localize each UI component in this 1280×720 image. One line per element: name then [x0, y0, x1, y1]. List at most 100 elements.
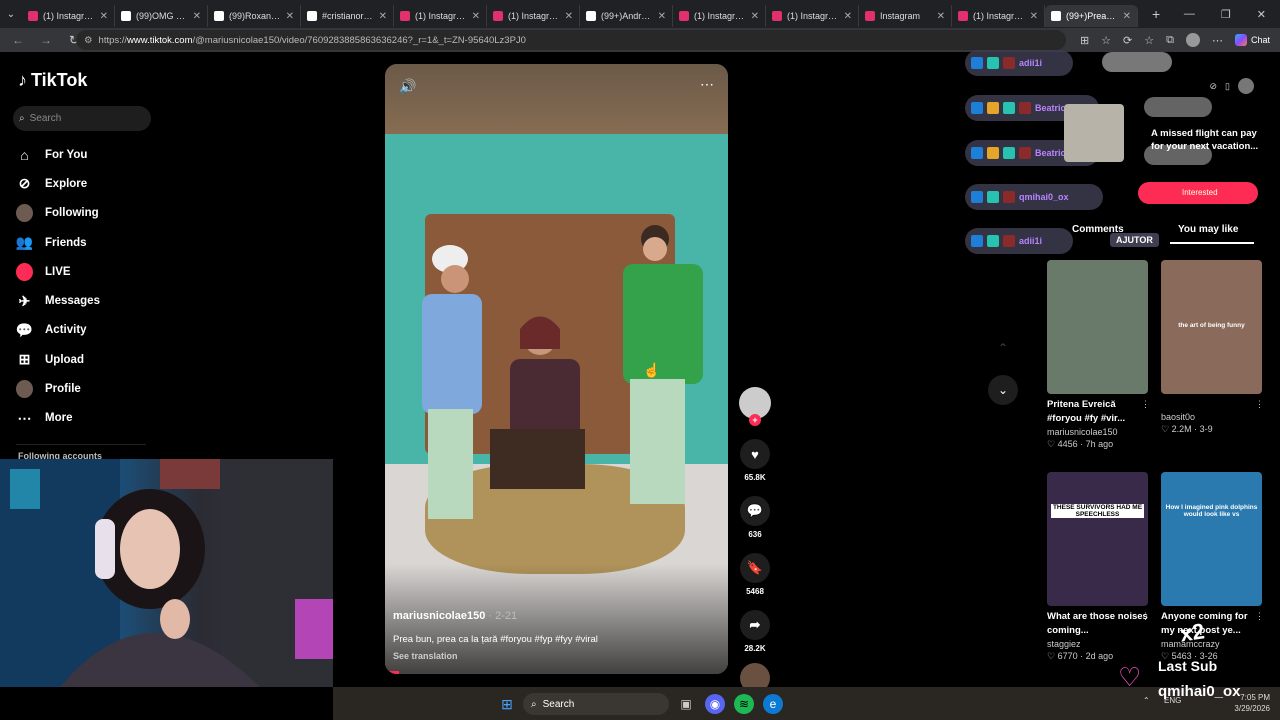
share-action[interactable]: ➦ 28.2K: [736, 610, 774, 653]
collections-icon[interactable]: ⧉: [1166, 34, 1174, 47]
next-video-button[interactable]: ⌄: [988, 375, 1018, 405]
browser-tab[interactable]: (99+)Prea bun, ✕: [1045, 5, 1138, 27]
see-translation-link[interactable]: See translation: [393, 651, 458, 661]
back-button[interactable]: ←: [8, 33, 28, 47]
recommended-video-card[interactable]: THESE SURVIVORS HAD ME SPEECHLESS What ar…: [1047, 472, 1150, 662]
tab-you-may-like[interactable]: You may like: [1178, 224, 1238, 235]
windows-start-icon[interactable]: ⊞: [497, 694, 517, 714]
card-username[interactable]: mariusnicolae150: [1047, 427, 1148, 437]
browser-tab[interactable]: (1) Instagram ✕: [766, 5, 859, 27]
card-title[interactable]: Pritena Evreică #foryou #fy #vir...: [1047, 398, 1148, 426]
card-more-icon[interactable]: ⋮: [1255, 611, 1264, 622]
sidebar-item-upload[interactable]: ⊞ Upload: [16, 345, 156, 374]
taskbar-search[interactable]: ⌕ Search: [523, 693, 669, 715]
task-view-icon[interactable]: ▣: [676, 694, 696, 714]
video-player[interactable]: 🔊 ⋯ mariusnicolae150 · 2-21 Prea bun, pr…: [385, 64, 728, 674]
video-thumbnail[interactable]: [1047, 260, 1148, 394]
tab-close-icon[interactable]: ✕: [844, 11, 852, 22]
new-tab-button[interactable]: +: [1152, 6, 1160, 22]
video-thumbnail[interactable]: THESE SURVIVORS HAD ME SPEECHLESS: [1047, 472, 1148, 606]
site-info-icon[interactable]: ⚙: [84, 35, 93, 46]
profile-icon[interactable]: [1185, 33, 1200, 47]
save-action[interactable]: 🔖 5468: [736, 553, 774, 596]
browser-tab[interactable]: Instagram ✕: [859, 5, 952, 27]
copilot-chat-button[interactable]: Chat: [1234, 34, 1270, 46]
sidebar-item-friends[interactable]: 👥 Friends: [16, 228, 156, 257]
sidebar-item-explore[interactable]: ⊘ Explore: [16, 169, 156, 198]
sidebar-item-profile[interactable]: Profile: [16, 374, 156, 403]
previous-video-button[interactable]: ⌃: [988, 333, 1018, 363]
forward-button[interactable]: →: [36, 33, 56, 47]
sidebar-item-more[interactable]: ⋯ More: [16, 404, 156, 433]
card-username[interactable]: staggiez: [1047, 639, 1148, 649]
card-username[interactable]: baosit0o: [1161, 412, 1262, 422]
close-window-button[interactable]: ✕: [1257, 8, 1266, 21]
favorites-icon[interactable]: ☆: [1144, 34, 1154, 47]
edge-icon[interactable]: e: [763, 694, 783, 714]
compass-small-icon[interactable]: ⊘: [1210, 81, 1218, 92]
browser-tab[interactable]: (1) Instagram ✕: [673, 5, 766, 27]
video-more-options-icon[interactable]: ⋯: [700, 76, 714, 93]
card-title[interactable]: Anyone coming for my next post ye...: [1161, 610, 1262, 638]
minimize-button[interactable]: —: [1184, 8, 1195, 20]
card-more-icon[interactable]: ⋮: [1141, 399, 1150, 410]
maximize-button[interactable]: ❐: [1221, 8, 1231, 21]
sidebar-item-for-you[interactable]: ⌂ For You: [16, 140, 156, 169]
browser-tab[interactable]: (99+)Andreia b ✕: [580, 5, 673, 27]
sidebar-item-messages[interactable]: ✈ Messages: [16, 286, 156, 315]
extensions-icon[interactable]: ⟳: [1123, 34, 1132, 47]
browser-tab[interactable]: (1) Instagram ✕: [952, 5, 1045, 27]
tiktok-logo[interactable]: ♪ TikTok: [18, 70, 87, 91]
spotify-icon[interactable]: ≋: [734, 694, 754, 714]
tab-close-icon[interactable]: ✕: [100, 11, 108, 22]
tab-close-icon[interactable]: ✕: [472, 11, 480, 22]
discord-icon[interactable]: ◉: [705, 694, 725, 714]
tab-close-icon[interactable]: ✕: [1123, 11, 1131, 22]
tab-close-icon[interactable]: ✕: [1030, 11, 1038, 22]
url-field[interactable]: ⚙ https://www.tiktok.com/@mariusnicolae1…: [76, 30, 1066, 50]
creator-avatar[interactable]: +: [739, 387, 771, 426]
settings-more-icon[interactable]: ⋯: [1212, 34, 1223, 47]
sidebar-item-activity[interactable]: 💬 Activity: [16, 316, 156, 345]
card-more-icon[interactable]: ⋮: [1141, 611, 1150, 622]
apps-icon[interactable]: ⊞: [1080, 34, 1089, 47]
video-username[interactable]: mariusnicolae150: [393, 610, 485, 622]
search-input[interactable]: ⌕ Search: [13, 106, 151, 131]
phone-icon[interactable]: ▯: [1225, 81, 1230, 92]
browser-tab[interactable]: (1) Instagram ✕: [22, 5, 115, 27]
user-avatar-small[interactable]: [1238, 78, 1254, 94]
comment-action[interactable]: 💬 636: [736, 496, 774, 539]
like-action[interactable]: ♥ 65.8K: [736, 439, 774, 482]
video-thumbnail[interactable]: How I imagined pink dolphins would look …: [1161, 472, 1262, 606]
browser-tab[interactable]: #cristianoronal ✕: [301, 5, 394, 27]
video-author[interactable]: mariusnicolae150 · 2-21: [393, 610, 517, 622]
volume-icon[interactable]: 🔊: [399, 78, 416, 95]
interested-button[interactable]: Interested: [1138, 182, 1258, 204]
browser-tab[interactable]: (99)Roxana se j ✕: [208, 5, 301, 27]
tab-close-icon[interactable]: ✕: [751, 11, 759, 22]
tray-chevron-icon[interactable]: ⌃: [1143, 696, 1150, 705]
tab-close-icon[interactable]: ✕: [565, 11, 573, 22]
browser-tab[interactable]: (1) Instagram ✕: [487, 5, 580, 27]
sidebar-item-following[interactable]: Following: [16, 199, 156, 228]
browser-tab[interactable]: (99)OMG CE JO ✕: [115, 5, 208, 27]
follow-plus-icon[interactable]: +: [749, 414, 761, 426]
card-title[interactable]: What are those noises coming...: [1047, 610, 1148, 638]
bookmark-star-icon[interactable]: ☆: [1101, 34, 1111, 47]
video-thumbnail[interactable]: the art of being funny: [1161, 260, 1262, 394]
recommended-video-card[interactable]: the art of being funny baosit0o ♡ 2.2M · 3…: [1161, 260, 1264, 435]
video-progress-bar[interactable]: [385, 671, 728, 674]
tab-favicon-icon: [493, 11, 503, 21]
tab-close-icon[interactable]: ✕: [658, 11, 666, 22]
card-more-icon[interactable]: ⋮: [1255, 399, 1264, 410]
tab-list-chevron-icon[interactable]: ⌄: [0, 9, 22, 20]
tab-close-icon[interactable]: ✕: [937, 11, 945, 22]
card-username[interactable]: mamamccrazy: [1161, 639, 1262, 649]
tab-close-icon[interactable]: ✕: [379, 11, 387, 22]
tab-close-icon[interactable]: ✕: [286, 11, 294, 22]
browser-tab[interactable]: (1) Instagram ✕: [394, 5, 487, 27]
recommended-video-card[interactable]: How I imagined pink dolphins would look …: [1161, 472, 1264, 662]
tab-close-icon[interactable]: ✕: [193, 11, 201, 22]
sidebar-item-live[interactable]: LIVE: [16, 257, 156, 286]
recommended-video-card[interactable]: Pritena Evreică #foryou #fy #vir... mariu…: [1047, 260, 1150, 450]
